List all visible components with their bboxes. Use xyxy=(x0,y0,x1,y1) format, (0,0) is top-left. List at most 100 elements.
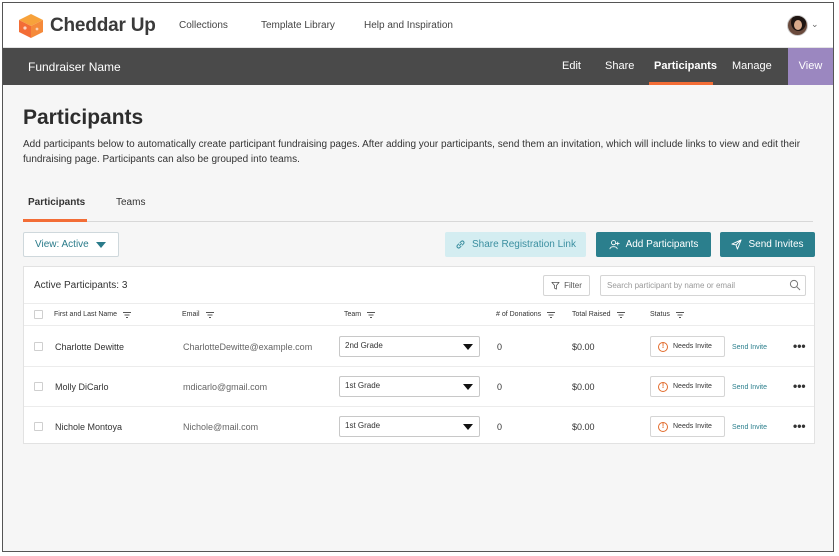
send-invite-link[interactable]: Send Invite xyxy=(732,424,767,431)
nav-link-template-library[interactable]: Template Library xyxy=(261,20,335,31)
participant-name: Nichole Montoya xyxy=(55,422,123,432)
send-invites-button[interactable]: Send Invites xyxy=(720,232,815,257)
warning-icon: ! xyxy=(658,381,668,392)
donation-count: 0 xyxy=(497,382,503,392)
share-registration-link-label: Share Registration Link xyxy=(472,239,576,250)
team-select[interactable]: 2nd Grade xyxy=(339,336,480,357)
nav-link-help[interactable]: Help and Inspiration xyxy=(364,20,453,31)
add-user-icon xyxy=(609,240,620,250)
status-text: Needs Invite xyxy=(673,343,712,350)
send-invite-link[interactable]: Send Invite xyxy=(732,344,767,351)
team-value: 1st Grade xyxy=(345,421,381,430)
user-avatar[interactable] xyxy=(787,15,808,36)
team-select[interactable]: 1st Grade xyxy=(339,416,480,437)
caret-down-icon xyxy=(463,384,473,390)
total-raised: $0.00 xyxy=(572,382,595,392)
column-label: Status xyxy=(650,311,670,318)
brand-name: Cheddar Up xyxy=(50,15,156,36)
row-checkbox[interactable] xyxy=(34,342,43,351)
add-participants-label: Add Participants xyxy=(625,239,699,250)
table-row: Molly DiCarlo mdicarlo@gmail.com 1st Gra… xyxy=(24,367,814,407)
column-label: Email xyxy=(182,311,200,318)
tab-teams[interactable]: Teams xyxy=(116,197,145,208)
filter-button[interactable]: Filter xyxy=(543,275,590,296)
link-icon xyxy=(456,240,465,249)
column-header-donations[interactable]: # of Donations xyxy=(496,311,556,318)
status-badge: ! Needs Invite xyxy=(650,336,725,357)
tab-share[interactable]: Share xyxy=(605,60,634,72)
page-title: Participants xyxy=(23,106,144,129)
active-subtab-indicator xyxy=(23,219,87,222)
participant-name: Molly DiCarlo xyxy=(55,382,109,392)
team-value: 2nd Grade xyxy=(345,341,383,350)
team-value: 1st Grade xyxy=(345,381,381,390)
more-options-icon[interactable]: ••• xyxy=(793,419,806,433)
more-options-icon[interactable]: ••• xyxy=(793,379,806,393)
sort-icon xyxy=(367,311,376,318)
total-raised: $0.00 xyxy=(572,342,595,352)
sort-icon xyxy=(123,311,132,318)
search-input[interactable]: Search participant by name or email xyxy=(600,275,806,296)
status-badge: ! Needs Invite xyxy=(650,416,725,437)
page-description: Add participants below to automatically … xyxy=(23,139,801,165)
column-header-total-raised[interactable]: Total Raised xyxy=(572,311,625,318)
chevron-down-icon[interactable]: ⌄ xyxy=(811,19,819,30)
column-header-name[interactable]: First and Last Name xyxy=(54,311,132,318)
more-options-icon[interactable]: ••• xyxy=(793,339,806,353)
search-icon[interactable] xyxy=(789,279,801,291)
sort-icon xyxy=(547,311,556,318)
participant-email: Nichole@mail.com xyxy=(183,422,259,432)
send-icon xyxy=(731,239,743,250)
donation-count: 0 xyxy=(497,422,503,432)
tab-participants-list[interactable]: Participants xyxy=(28,197,85,208)
nav-link-collections[interactable]: Collections xyxy=(179,20,228,31)
caret-down-icon xyxy=(463,344,473,350)
fundraiser-bar: Fundraiser Name Edit Share Participants … xyxy=(3,48,833,85)
column-header-email[interactable]: Email xyxy=(182,311,214,318)
active-participants-count: Active Participants: 3 xyxy=(34,280,128,291)
select-all-checkbox[interactable] xyxy=(34,310,43,319)
donation-count: 0 xyxy=(497,342,503,352)
tab-participants[interactable]: Participants xyxy=(654,60,717,72)
logo[interactable]: Cheddar Up xyxy=(17,13,156,39)
table-row: Charlotte Dewitte CharlotteDewitte@examp… xyxy=(24,327,814,367)
total-raised: $0.00 xyxy=(572,422,595,432)
sort-icon xyxy=(675,311,684,318)
column-label: First and Last Name xyxy=(54,311,118,318)
top-navigation: Cheddar Up Collections Template Library … xyxy=(3,3,833,48)
status-badge: ! Needs Invite xyxy=(650,376,725,397)
view-button[interactable]: View xyxy=(788,48,833,85)
row-checkbox[interactable] xyxy=(34,382,43,391)
caret-down-icon xyxy=(96,242,106,248)
participant-email: mdicarlo@gmail.com xyxy=(183,382,268,392)
filter-icon xyxy=(551,281,560,290)
send-invites-label: Send Invites xyxy=(748,239,804,250)
filter-label: Filter xyxy=(564,281,582,290)
share-registration-link-button[interactable]: Share Registration Link xyxy=(445,232,586,257)
add-participants-button[interactable]: Add Participants xyxy=(596,232,711,257)
status-text: Needs Invite xyxy=(673,423,712,430)
view-filter-select[interactable]: View: Active xyxy=(23,232,119,257)
tab-edit[interactable]: Edit xyxy=(562,60,581,72)
tab-manage[interactable]: Manage xyxy=(732,60,772,72)
column-label: Total Raised xyxy=(572,311,611,318)
send-invite-link[interactable]: Send Invite xyxy=(732,384,767,391)
row-checkbox[interactable] xyxy=(34,422,43,431)
column-label: # of Donations xyxy=(496,311,542,318)
participant-email: CharlotteDewitte@example.com xyxy=(183,342,313,352)
caret-down-icon xyxy=(463,424,473,430)
participant-name: Charlotte Dewitte xyxy=(55,342,125,352)
team-select[interactable]: 1st Grade xyxy=(339,376,480,397)
tabs-divider xyxy=(23,221,813,222)
warning-icon: ! xyxy=(658,341,668,352)
column-label: Team xyxy=(344,311,362,318)
app-window: Cheddar Up Collections Template Library … xyxy=(2,2,834,552)
active-tab-indicator xyxy=(649,82,713,85)
column-header-team[interactable]: Team xyxy=(344,311,376,318)
sort-icon xyxy=(205,311,214,318)
sort-icon xyxy=(616,311,625,318)
fundraiser-name: Fundraiser Name xyxy=(28,60,121,74)
column-header-status[interactable]: Status xyxy=(650,311,684,318)
table-row: Nichole Montoya Nichole@mail.com 1st Gra… xyxy=(24,407,814,447)
view-filter-label: View: Active xyxy=(35,239,89,250)
